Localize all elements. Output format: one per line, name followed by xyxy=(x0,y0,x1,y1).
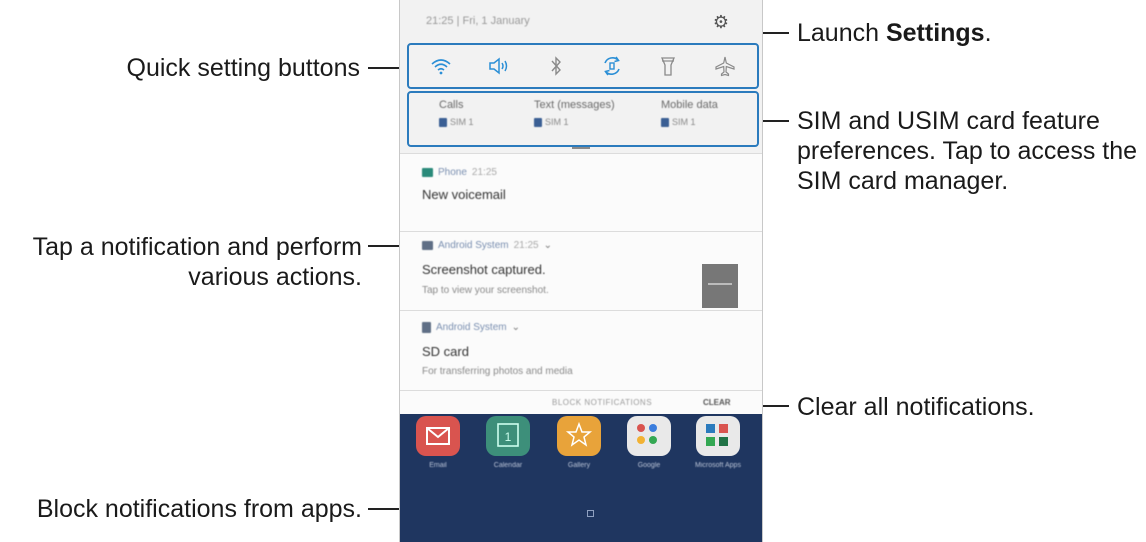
notification-voicemail[interactable]: Phone 21:25 New voicemail xyxy=(400,153,762,231)
wifi-icon[interactable] xyxy=(425,50,457,82)
quick-settings-bar xyxy=(407,43,759,89)
block-notifications-button[interactable]: BLOCK NOTIFICATIONS xyxy=(552,398,652,407)
sim-calls[interactable]: Calls SIM 1 xyxy=(439,99,549,127)
notification-subtitle: Tap to view your screenshot. xyxy=(422,285,549,296)
chevron-down-icon[interactable]: ⌄ xyxy=(544,240,552,251)
home-page-indicator xyxy=(587,510,594,517)
sim-text[interactable]: Text (messages) SIM 1 xyxy=(534,99,644,127)
sim-card-icon xyxy=(661,117,669,127)
sim-data-label: Mobile data xyxy=(661,99,718,111)
app-label: Google xyxy=(637,462,661,469)
sim-text-value: SIM 1 xyxy=(545,117,569,127)
gear-icon[interactable]: ⚙ xyxy=(712,13,730,31)
app-label: Gallery xyxy=(567,462,591,469)
callout-quick-settings: Quick setting buttons xyxy=(126,54,360,82)
notification-title: SD card xyxy=(422,344,469,359)
sim-card-icon xyxy=(534,117,542,127)
notification-title: New voicemail xyxy=(422,187,506,202)
notification-app-header: Android System 21:25 ⌄ xyxy=(422,240,552,251)
callout-block: Block notifications from apps. xyxy=(36,495,362,523)
notification-panel: 21:25 | Fri, 1 January ⚙ Calls SIM 1 Tex… xyxy=(399,0,763,542)
notification-app-header: Android System ⌄ xyxy=(422,322,520,333)
calendar-app-icon[interactable]: 1 xyxy=(486,416,530,456)
app-label: Email xyxy=(429,462,447,469)
microsoft-folder-icon[interactable] xyxy=(696,416,740,456)
svg-text:1: 1 xyxy=(505,430,512,444)
sim-preferences[interactable]: Calls SIM 1 Text (messages) SIM 1 Mobile… xyxy=(407,91,759,147)
notification-sd-card[interactable]: Android System ⌄ SD card For transferrin… xyxy=(400,310,762,391)
home-screen-background: Email 1 Calendar Gallery Google Microsof… xyxy=(400,414,762,542)
flashlight-icon[interactable] xyxy=(652,50,684,82)
google-folder-icon[interactable] xyxy=(627,416,671,456)
sd-card-icon xyxy=(422,322,431,333)
voicemail-icon xyxy=(422,168,433,177)
speaker-icon[interactable] xyxy=(483,50,515,82)
sim-data-value: SIM 1 xyxy=(672,117,696,127)
app-label: Microsoft Apps xyxy=(695,462,741,469)
app-label: Calendar xyxy=(493,462,523,469)
status-bar: 21:25 | Fri, 1 January ⚙ xyxy=(400,0,762,38)
chevron-down-icon[interactable]: ⌄ xyxy=(512,322,520,333)
sim-calls-value: SIM 1 xyxy=(450,117,474,127)
image-icon xyxy=(422,241,433,250)
gallery-app-icon[interactable] xyxy=(557,416,601,456)
sim-card-icon xyxy=(439,117,447,127)
rotate-icon[interactable] xyxy=(596,50,628,82)
email-app-icon[interactable] xyxy=(416,416,460,456)
notification-action-bar: BLOCK NOTIFICATIONS CLEAR xyxy=(400,390,762,415)
airplane-icon[interactable] xyxy=(709,50,741,82)
callout-clear-all: Clear all notifications. xyxy=(797,393,1035,421)
notification-screenshot[interactable]: Android System 21:25 ⌄ Screenshot captur… xyxy=(400,231,762,310)
notification-app-header: Phone 21:25 xyxy=(422,167,497,178)
clear-button[interactable]: CLEAR xyxy=(703,398,731,407)
sim-mobile-data[interactable]: Mobile data SIM 1 xyxy=(661,99,771,127)
notification-title: Screenshot captured. xyxy=(422,262,546,277)
sim-text-label: Text (messages) xyxy=(534,99,615,111)
screenshot-thumbnail[interactable] xyxy=(702,264,738,308)
notification-subtitle: For transferring photos and media xyxy=(422,366,573,377)
callout-sim: SIM and USIM card feature preferences. T… xyxy=(797,107,1138,195)
sim-calls-label: Calls xyxy=(439,99,464,111)
callout-launch-settings: Launch Settings. xyxy=(797,19,992,47)
drag-handle[interactable] xyxy=(572,147,590,149)
bluetooth-icon[interactable] xyxy=(540,50,572,82)
status-time-date: 21:25 | Fri, 1 January xyxy=(426,15,530,27)
callout-tap-notification: Tap a notification and perform various a… xyxy=(32,233,362,291)
